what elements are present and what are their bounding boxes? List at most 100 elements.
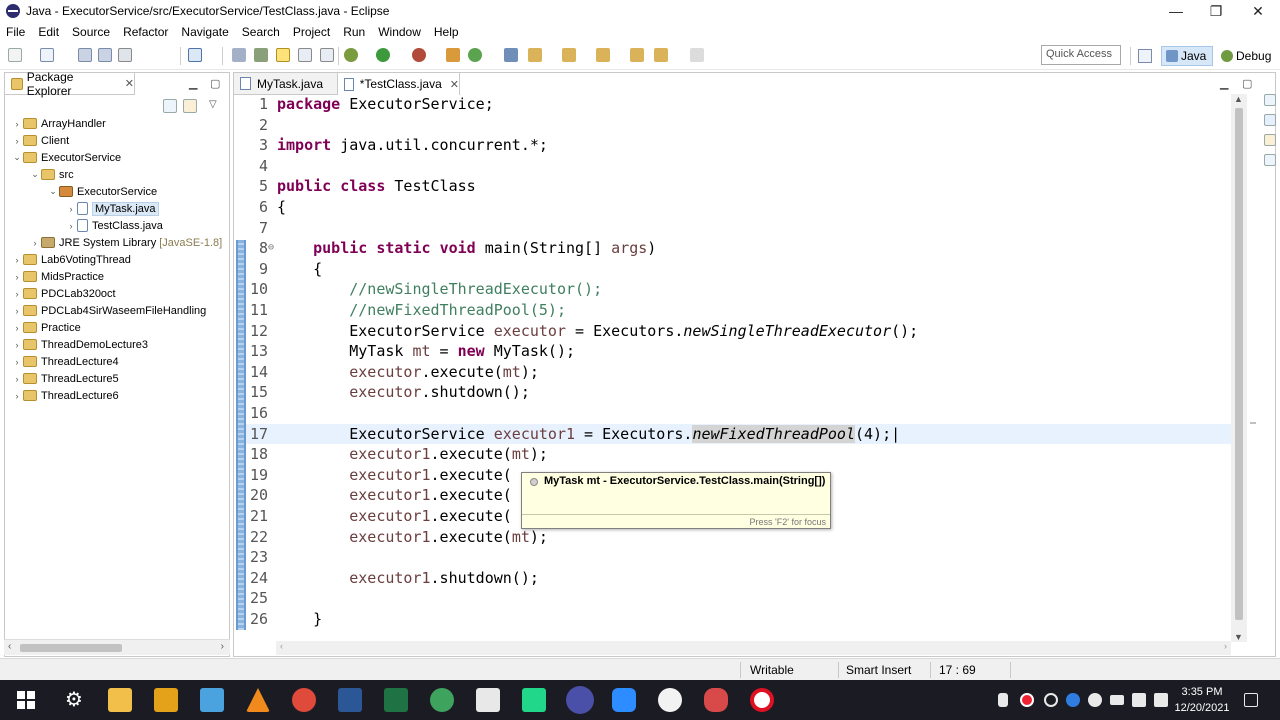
package-explorer-tab[interactable]: Package Explorer ✕ bbox=[5, 70, 135, 98]
tree-item[interactable]: › ThreadDemoLecture3 bbox=[11, 336, 149, 353]
tree-item[interactable]: ⌄ src bbox=[29, 166, 73, 183]
collapsed-arrow-icon[interactable]: › bbox=[11, 255, 23, 265]
code-line[interactable]: 1 package ExecutorService; bbox=[246, 94, 1231, 114]
collapsed-arrow-icon[interactable]: › bbox=[65, 221, 77, 231]
code-line[interactable]: 26 } bbox=[246, 609, 1231, 629]
forward-icon[interactable] bbox=[690, 48, 704, 62]
code-line[interactable]: 3 import java.util.concurrent.*; bbox=[246, 135, 1231, 155]
code-line[interactable]: 24 executor1.shutdown(); bbox=[246, 568, 1231, 588]
code-line[interactable]: 22 executor1.execute(mt); bbox=[246, 527, 1231, 547]
fold-toggle-icon[interactable]: ⊖ bbox=[268, 238, 274, 258]
new-icon[interactable] bbox=[8, 48, 22, 62]
tree-item[interactable]: › ArrayHandler bbox=[11, 115, 106, 132]
package-explorer-hscroll-thumb[interactable] bbox=[20, 644, 122, 652]
code-line[interactable]: 25 bbox=[246, 588, 1231, 608]
code-line[interactable]: 16 bbox=[246, 403, 1231, 423]
menu-file[interactable]: File bbox=[6, 25, 25, 39]
outline-icon[interactable] bbox=[1264, 94, 1276, 106]
tree-item[interactable]: › ThreadLecture4 bbox=[11, 353, 119, 370]
tree-item[interactable]: › PDCLab320oct bbox=[11, 285, 116, 302]
tree-item[interactable]: › ThreadLecture6 bbox=[11, 387, 119, 404]
minimize-editor-icon[interactable]: ▁ bbox=[1220, 77, 1228, 90]
collapse-all-icon[interactable] bbox=[163, 99, 177, 113]
debug-icon[interactable] bbox=[344, 48, 358, 62]
code-line[interactable]: 10 //newSingleThreadExecutor(); bbox=[246, 279, 1231, 299]
collapsed-arrow-icon[interactable]: › bbox=[11, 136, 23, 146]
editor-hscrollbar[interactable]: ‹ › bbox=[276, 641, 1231, 655]
tree-item[interactable]: ⌄ ExecutorService bbox=[47, 183, 157, 200]
record-icon[interactable] bbox=[1020, 693, 1034, 707]
notifications-icon[interactable] bbox=[1244, 693, 1258, 707]
overview-mark[interactable] bbox=[1250, 422, 1256, 424]
tree-item[interactable]: › Practice bbox=[11, 319, 81, 336]
collapsed-arrow-icon[interactable]: › bbox=[11, 289, 23, 299]
mark-occurrences-icon[interactable] bbox=[254, 48, 268, 62]
package-explorer-hscrollbar[interactable]: ‹ › bbox=[4, 639, 230, 655]
wifi-icon[interactable] bbox=[1132, 693, 1146, 707]
bluetooth-icon[interactable] bbox=[1066, 693, 1080, 707]
code-line[interactable]: 8 ⊖ public static void main(String[] args… bbox=[246, 238, 1231, 258]
tab-testclass[interactable]: *TestClass.java ✕ bbox=[338, 73, 460, 95]
perspective-debug-button[interactable]: Debug bbox=[1217, 46, 1277, 66]
editor-vscroll-thumb[interactable] bbox=[1235, 108, 1243, 620]
code-line[interactable]: 9 { bbox=[246, 259, 1231, 279]
scroll-left-icon[interactable]: ‹ bbox=[8, 641, 11, 652]
code-line[interactable]: 18 executor1.execute(mt); bbox=[246, 444, 1231, 464]
code-line[interactable]: 7 bbox=[246, 218, 1231, 238]
code-line[interactable]: 4 bbox=[246, 156, 1231, 176]
collapsed-arrow-icon[interactable]: › bbox=[11, 272, 23, 282]
save-all-icon[interactable] bbox=[98, 48, 112, 62]
console-icon[interactable] bbox=[1264, 154, 1276, 166]
code-line[interactable]: 5 public class TestClass bbox=[246, 176, 1231, 196]
tree-item[interactable]: › JRE System Library [JavaSE-1.8] bbox=[29, 234, 223, 251]
expanded-arrow-icon[interactable]: ⌄ bbox=[47, 186, 59, 197]
battery-icon[interactable] bbox=[1110, 695, 1124, 705]
tree-item[interactable]: › PDCLab4SirWaseemFileHandling bbox=[11, 302, 207, 319]
perspective-java-button[interactable]: Java bbox=[1161, 46, 1213, 66]
expanded-arrow-icon[interactable]: ⌄ bbox=[11, 152, 23, 163]
clock[interactable]: 3:35 PM 12/20/2021 bbox=[1168, 684, 1236, 716]
collapsed-arrow-icon[interactable]: › bbox=[29, 238, 41, 248]
status-icon[interactable] bbox=[1044, 693, 1058, 707]
close-icon[interactable]: ✕ bbox=[125, 77, 134, 90]
menu-project[interactable]: Project bbox=[293, 25, 330, 39]
scroll-left-icon[interactable]: ‹ bbox=[280, 641, 283, 651]
collapsed-arrow-icon[interactable]: › bbox=[11, 306, 23, 316]
collapsed-arrow-icon[interactable]: › bbox=[65, 204, 77, 214]
terminal-icon[interactable] bbox=[188, 48, 202, 62]
scroll-up-icon[interactable]: ▲ bbox=[1234, 94, 1243, 104]
scroll-right-icon[interactable]: › bbox=[1224, 641, 1227, 651]
tree-item[interactable]: › ThreadLecture5 bbox=[11, 370, 119, 387]
open-perspective-icon[interactable] bbox=[1138, 49, 1152, 63]
close-tab-icon[interactable]: ✕ bbox=[450, 78, 459, 91]
menu-search[interactable]: Search bbox=[242, 25, 280, 39]
collapsed-arrow-icon[interactable]: › bbox=[11, 119, 23, 129]
microphone-icon[interactable] bbox=[998, 693, 1008, 707]
highlight-icon[interactable] bbox=[276, 48, 290, 62]
code-line[interactable]: 6{ bbox=[246, 197, 1231, 217]
close-button[interactable]: ✕ bbox=[1238, 0, 1278, 22]
open-type-icon[interactable] bbox=[504, 48, 518, 62]
javadoc-icon[interactable] bbox=[1264, 114, 1276, 126]
menu-edit[interactable]: Edit bbox=[38, 25, 59, 39]
hover-tooltip[interactable]: MyTask mt - ExecutorService.TestClass.ma… bbox=[521, 472, 831, 529]
previous-annotation-icon[interactable] bbox=[596, 48, 610, 62]
maximize-editor-icon[interactable]: ▢ bbox=[1242, 77, 1252, 90]
code-line[interactable]: 13 MyTask mt = new MyTask(); bbox=[246, 341, 1231, 361]
tree-item[interactable]: ⌄ ExecutorService bbox=[11, 149, 121, 166]
print-icon[interactable] bbox=[118, 48, 132, 62]
quick-access-input[interactable]: Quick Access bbox=[1041, 45, 1121, 65]
tree-item[interactable]: › MyTask.java bbox=[65, 200, 159, 217]
maximize-panel-icon[interactable]: ▢ bbox=[210, 77, 220, 90]
collapsed-arrow-icon[interactable]: › bbox=[11, 374, 23, 384]
code-line[interactable]: 17 ExecutorService executor1 = Executors… bbox=[246, 423, 1231, 444]
expanded-arrow-icon[interactable]: ⌄ bbox=[29, 169, 41, 180]
menu-navigate[interactable]: Navigate bbox=[181, 25, 228, 39]
scroll-down-icon[interactable]: ▼ bbox=[1234, 632, 1243, 642]
tab-mytask[interactable]: MyTask.java bbox=[234, 73, 338, 95]
menu-help[interactable]: Help bbox=[434, 25, 459, 39]
menu-refactor[interactable]: Refactor bbox=[123, 25, 168, 39]
code-line[interactable]: 15 executor.shutdown(); bbox=[246, 382, 1231, 402]
minimize-button[interactable]: — bbox=[1156, 0, 1196, 22]
link-with-editor-icon[interactable] bbox=[183, 99, 197, 113]
